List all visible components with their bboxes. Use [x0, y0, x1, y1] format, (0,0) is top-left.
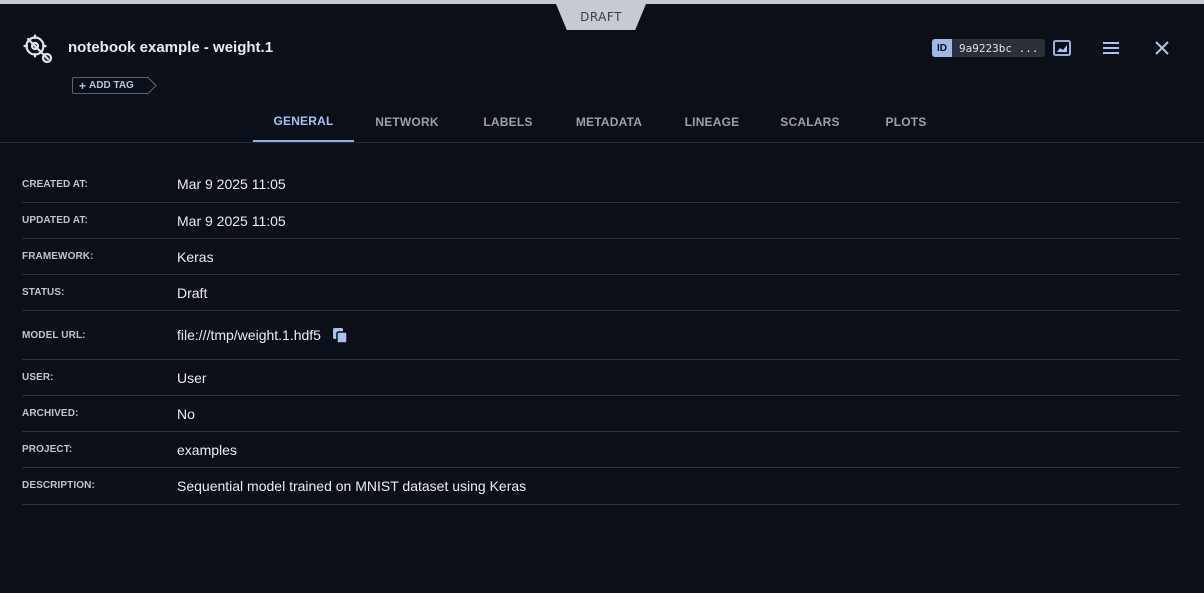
details-list: CREATED AT: Mar 9 2025 11:05 UPDATED AT:…: [22, 166, 1180, 505]
detail-row-updated: UPDATED AT: Mar 9 2025 11:05: [22, 203, 1180, 239]
id-label: ID: [932, 39, 952, 57]
detail-label: ARCHIVED:: [22, 408, 79, 419]
detail-label: USER:: [22, 372, 54, 383]
close-button[interactable]: [1152, 38, 1172, 58]
detail-row-model-url: MODEL URL: file:///tmp/weight.1.hdf5: [22, 311, 1180, 360]
tab-scalars[interactable]: SCALARS: [762, 101, 858, 142]
detail-value: Mar 9 2025 11:05: [177, 212, 286, 229]
tab-lineage[interactable]: LINEAGE: [662, 101, 762, 142]
page-title: notebook example - weight.1: [68, 39, 274, 56]
status-badge: DRAFT: [556, 4, 646, 30]
detail-label: STATUS:: [22, 287, 65, 298]
tab-bar: GENERAL NETWORK LABELS METADATA LINEAGE …: [253, 101, 954, 142]
detail-value: User: [177, 369, 207, 386]
detail-label: UPDATED AT:: [22, 215, 88, 226]
detail-label: PROJECT:: [22, 444, 73, 455]
tab-plots[interactable]: PLOTS: [858, 101, 954, 142]
detail-value: No: [177, 405, 195, 422]
id-value: 9a9223bc ...: [959, 41, 1039, 55]
menu-icon: [1103, 42, 1119, 54]
close-icon: [1155, 41, 1169, 55]
detail-row-framework: FRAMEWORK: Keras: [22, 239, 1180, 275]
model-url-wrapper: file:///tmp/weight.1.hdf5: [177, 326, 349, 344]
detail-value: Mar 9 2025 11:05: [177, 176, 286, 192]
plus-icon: +: [79, 78, 87, 93]
tab-network[interactable]: NETWORK: [354, 101, 460, 142]
detail-row-user: USER: User: [22, 360, 1180, 396]
chart-button[interactable]: [1052, 38, 1072, 58]
detail-row-status: STATUS: Draft: [22, 275, 1180, 311]
detail-value: Draft: [177, 284, 208, 301]
detail-row-created: CREATED AT: Mar 9 2025 11:05: [22, 166, 1180, 203]
detail-label: MODEL URL:: [22, 329, 86, 341]
model-url-link[interactable]: file:///tmp/weight.1.hdf5: [177, 327, 321, 343]
tab-general[interactable]: GENERAL: [253, 101, 354, 142]
detail-value: Keras: [177, 248, 214, 265]
detail-label: DESCRIPTION:: [22, 480, 95, 491]
detail-row-description: DESCRIPTION: Sequential model trained on…: [22, 468, 1180, 505]
detail-value: examples: [177, 441, 237, 458]
add-tag-label: ADD TAG: [89, 80, 134, 91]
copy-icon[interactable]: [331, 326, 349, 344]
chart-icon: [1053, 40, 1071, 56]
detail-label: FRAMEWORK:: [22, 251, 94, 262]
detail-row-project: PROJECT: examples: [22, 432, 1180, 468]
detail-row-archived: ARCHIVED: No: [22, 396, 1180, 432]
detail-label: CREATED AT:: [22, 178, 88, 190]
model-icon: [23, 34, 53, 64]
tab-labels[interactable]: LABELS: [460, 101, 556, 142]
add-tag-button[interactable]: + ADD TAG: [72, 77, 148, 94]
id-chip[interactable]: ID 9a9223bc ...: [932, 39, 1046, 57]
top-border: [0, 0, 1204, 4]
tab-metadata[interactable]: METADATA: [556, 101, 662, 142]
tabs-divider: [0, 142, 1204, 143]
menu-button[interactable]: [1101, 38, 1121, 58]
detail-value: Sequential model trained on MNIST datase…: [177, 478, 527, 494]
